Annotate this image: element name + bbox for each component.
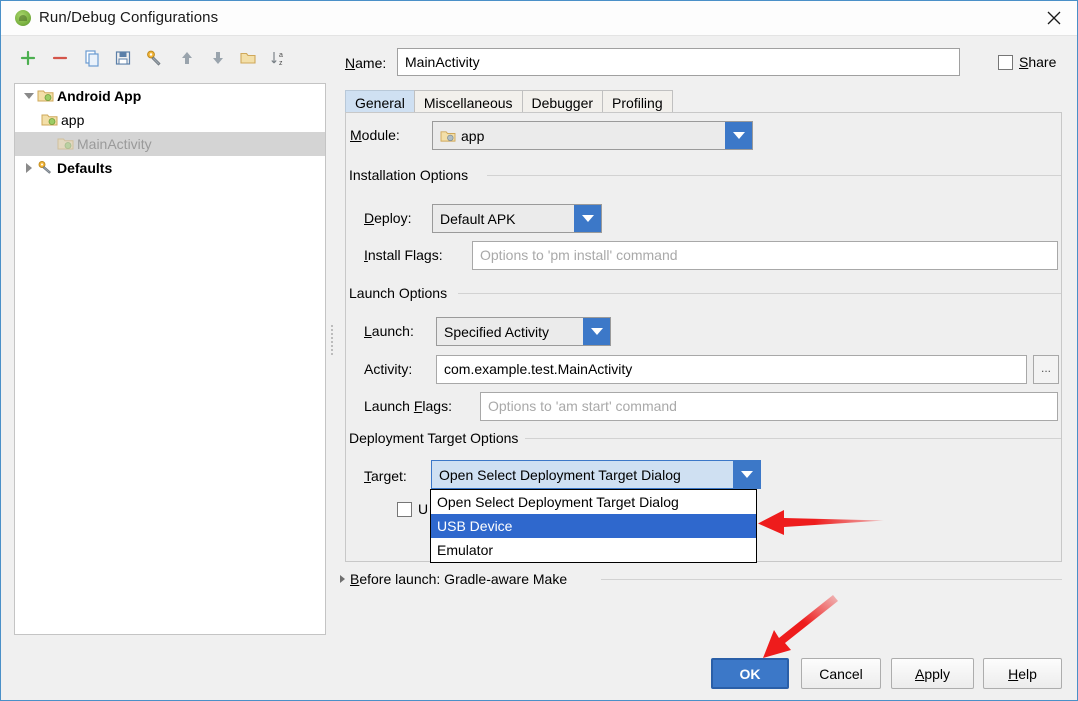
tree-node-android-app[interactable]: Android App [15, 84, 325, 108]
run-debug-configurations-dialog: Run/Debug Configurations a z Android App… [0, 0, 1078, 701]
expand-collapse-icon[interactable] [21, 84, 37, 108]
edit-defaults-wrench-icon[interactable] [143, 47, 165, 69]
share-checkbox-box[interactable] [998, 54, 1013, 70]
android-icon [15, 10, 31, 26]
deploy-combo[interactable]: Default APK [432, 204, 602, 233]
add-configuration-button[interactable] [17, 47, 39, 69]
configurations-tree[interactable]: Android App app MainActivity Defaults [14, 83, 326, 635]
tree-node-label: Defaults [57, 160, 113, 176]
launch-combo-value: Specified Activity [444, 323, 550, 340]
cancel-button[interactable]: Cancel [801, 658, 881, 689]
dropdown-option-open-select-deployment-target-dialog[interactable]: Open Select Deployment Target Dialog [431, 490, 756, 514]
move-down-button[interactable] [207, 47, 229, 69]
share-label: Share [1019, 54, 1057, 70]
move-up-button[interactable] [176, 47, 198, 69]
expand-collapse-icon[interactable] [21, 156, 37, 180]
module-combo[interactable]: app [432, 121, 753, 150]
settings-tabs: General Miscellaneous Debugger Profiling [345, 89, 673, 113]
android-folder-icon [41, 112, 59, 128]
target-dropdown-list[interactable]: Open Select Deployment Target Dialog USB… [430, 489, 757, 563]
module-combo-value: app [461, 127, 485, 144]
tab-miscellaneous[interactable]: Miscellaneous [413, 90, 523, 113]
deployment-target-options-title: Deployment Target Options [349, 430, 526, 446]
use-same-device-label: U [418, 501, 429, 517]
launch-label: Launch: [364, 323, 414, 339]
svg-text:a: a [279, 52, 283, 59]
title-bar: Run/Debug Configurations [1, 1, 1077, 36]
chevron-down-icon[interactable] [583, 318, 610, 345]
before-launch-rule [601, 579, 1062, 580]
tree-node-label: Android App [57, 88, 142, 104]
sort-alphabetically-button[interactable]: a z [269, 47, 291, 69]
svg-text:z: z [279, 60, 283, 67]
android-folder-icon [57, 136, 75, 152]
window-title: Run/Debug Configurations [39, 9, 219, 26]
panel-splitter[interactable] [329, 323, 335, 367]
use-same-device-checkbox[interactable]: U [397, 501, 428, 517]
close-icon[interactable] [1031, 1, 1077, 35]
launch-flags-input[interactable]: Options to 'am start' command [480, 392, 1058, 421]
android-folder-icon [440, 129, 456, 143]
help-button[interactable]: Help [983, 658, 1062, 689]
deploy-label: Deploy: [364, 210, 412, 226]
chevron-right-icon[interactable] [340, 575, 345, 583]
remove-configuration-button[interactable] [49, 47, 71, 69]
launch-flags-label: Launch Flags: [364, 398, 452, 414]
launch-options-title: Launch Options [349, 285, 455, 301]
deploy-combo-value: Default APK [440, 210, 516, 227]
share-checkbox[interactable]: Share [998, 54, 1056, 70]
deployment-target-options-rule [521, 438, 1061, 439]
installation-options-title: Installation Options [349, 167, 476, 183]
tree-node-label: MainActivity [77, 136, 152, 152]
target-label: Target: [364, 468, 407, 484]
activity-input[interactable]: com.example.test.MainActivity [436, 355, 1027, 384]
activity-browse-button[interactable]: ... [1033, 355, 1059, 384]
tree-node-defaults[interactable]: Defaults [15, 156, 325, 180]
save-configuration-button[interactable] [112, 47, 134, 69]
activity-label: Activity: [364, 361, 413, 377]
target-combo[interactable]: Open Select Deployment Target Dialog [431, 460, 761, 489]
module-combo-text-wrap: app [433, 128, 725, 144]
module-label: Module: [350, 127, 400, 143]
tab-general[interactable]: General [345, 90, 415, 113]
tab-debugger[interactable]: Debugger [521, 90, 604, 113]
tree-node-mainactivity[interactable]: MainActivity [15, 132, 325, 156]
apply-button[interactable]: Apply [891, 658, 974, 689]
tab-profiling[interactable]: Profiling [602, 90, 673, 113]
before-launch-section[interactable]: Before launch: Gradle-aware Make [340, 571, 567, 587]
android-folder-icon [37, 88, 55, 104]
copy-configuration-button[interactable] [81, 47, 103, 69]
install-flags-label: Install Flags: [364, 247, 443, 263]
launch-combo[interactable]: Specified Activity [436, 317, 611, 346]
ok-button[interactable]: OK [711, 658, 789, 689]
configurations-toolbar: a z [14, 43, 314, 73]
dropdown-option-emulator[interactable]: Emulator [431, 538, 756, 562]
launch-options-rule [458, 293, 1061, 294]
name-label: Name: [345, 55, 387, 71]
install-flags-input[interactable]: Options to 'pm install' command [472, 241, 1058, 270]
wrench-icon [37, 160, 55, 176]
chevron-down-icon[interactable] [725, 122, 752, 149]
dropdown-option-usb-device[interactable]: USB Device [431, 514, 756, 538]
target-combo-value: Open Select Deployment Target Dialog [439, 466, 681, 483]
name-input[interactable] [397, 48, 960, 76]
use-same-device-checkbox-box[interactable] [397, 501, 412, 517]
move-into-folder-button[interactable] [237, 47, 259, 69]
tree-node-label: app [61, 112, 85, 128]
chevron-down-icon[interactable] [574, 205, 601, 232]
installation-options-rule [487, 175, 1061, 176]
arrow-to-ok-button [763, 595, 838, 658]
tree-node-app[interactable]: app [15, 108, 325, 132]
chevron-down-icon[interactable] [733, 461, 760, 488]
before-launch-label: Before launch: Gradle-aware Make [350, 571, 568, 587]
